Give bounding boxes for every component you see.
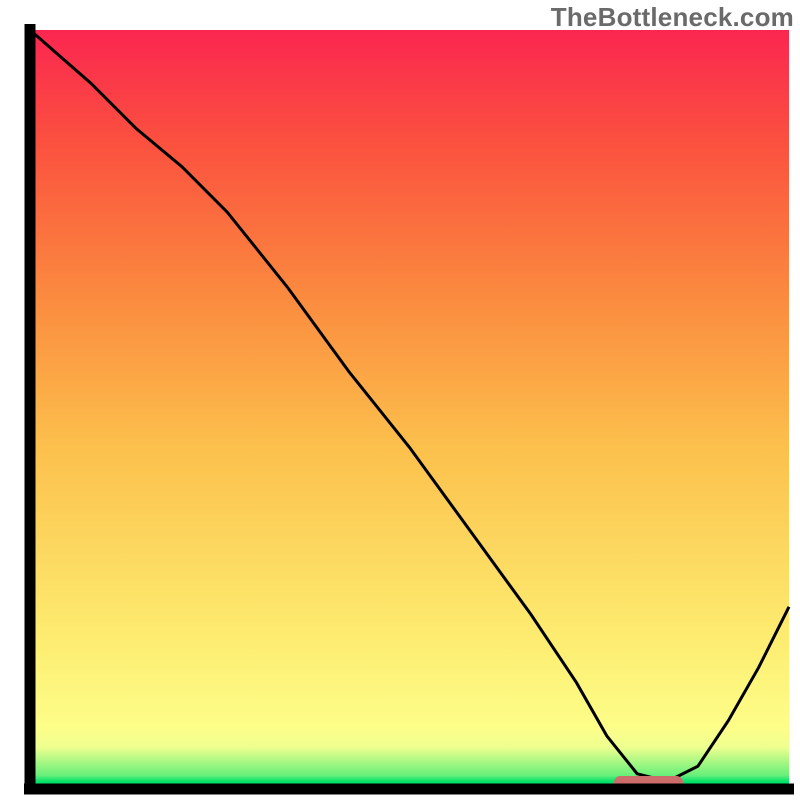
chart-frame: TheBottleneck.com bbox=[0, 0, 800, 800]
bottleneck-curve bbox=[30, 30, 789, 781]
curve-layer bbox=[30, 30, 789, 789]
watermark-text: TheBottleneck.com bbox=[551, 2, 794, 33]
optimal-range-marker bbox=[614, 776, 682, 789]
